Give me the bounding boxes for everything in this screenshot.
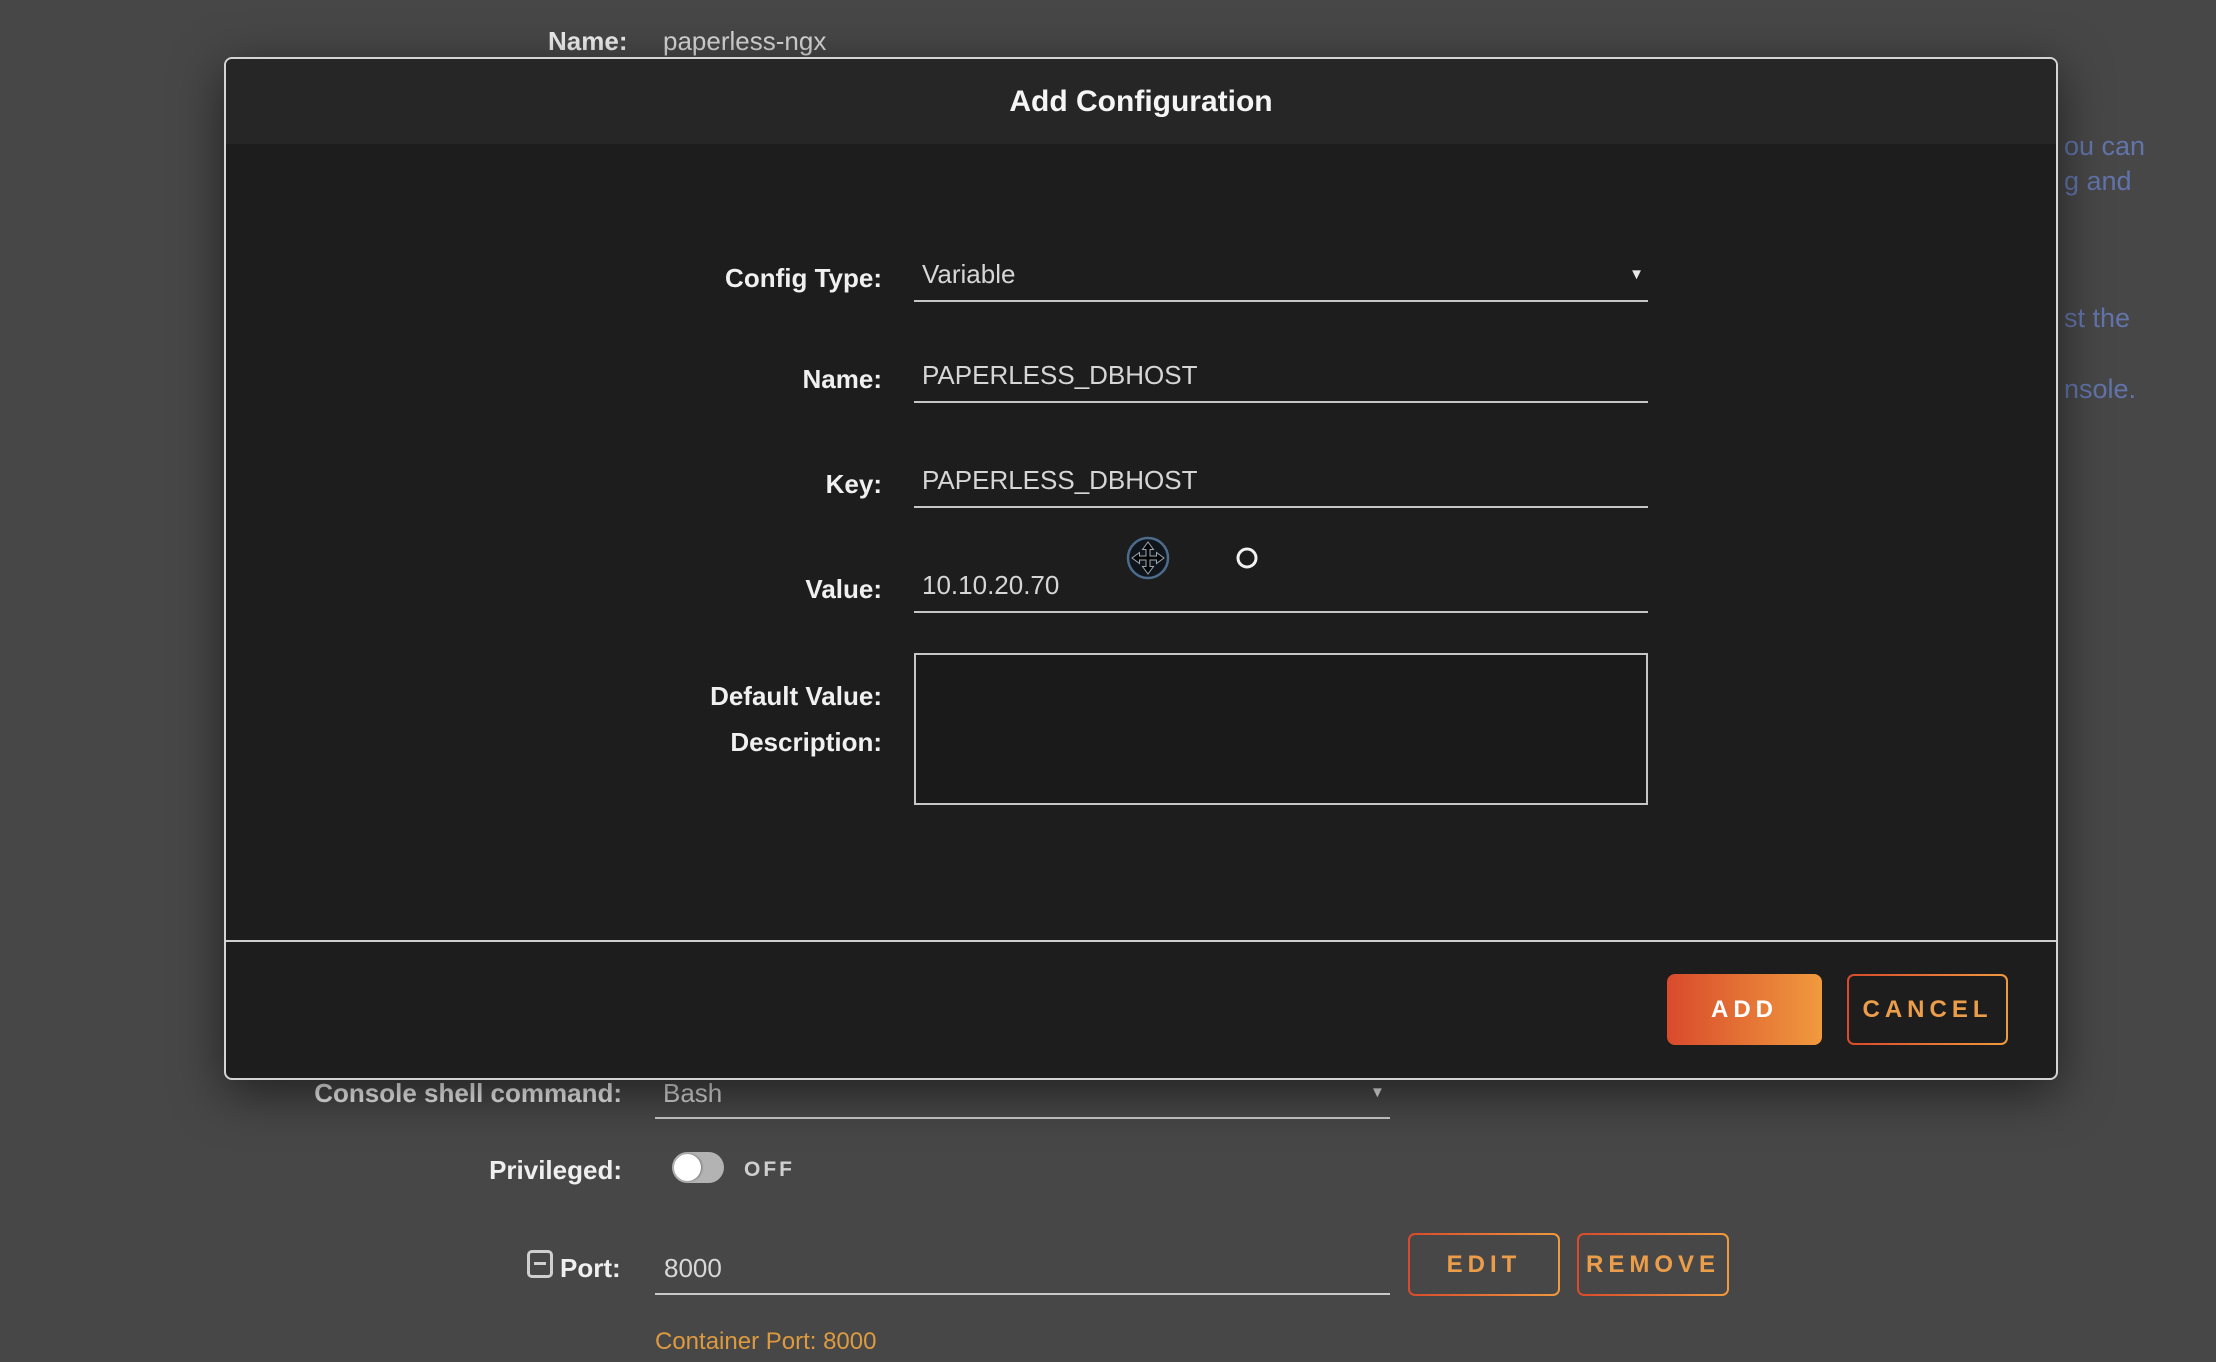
description-label: Description: — [226, 727, 882, 758]
bg-name-label: Name: — [548, 26, 627, 57]
console-shell-command-label: Console shell command: — [122, 1078, 622, 1109]
help-text-fragment: ou can — [2064, 131, 2145, 162]
help-text-fragment: st the — [2064, 303, 2130, 334]
docker-container-settings-page: Name: paperless-ngx ou can g and st the … — [0, 0, 2216, 1362]
click-indicator-ring-icon — [1235, 546, 1259, 570]
privileged-toggle[interactable] — [672, 1152, 724, 1183]
value-input[interactable] — [914, 570, 1656, 601]
move-cursor-icon — [1125, 535, 1171, 581]
port-underline — [655, 1293, 1390, 1295]
bg-name-value: paperless-ngx — [663, 26, 826, 57]
console-shell-underline — [655, 1117, 1390, 1119]
cancel-button[interactable]: CANCEL — [1847, 974, 2008, 1045]
modal-title: Add Configuration — [226, 59, 2056, 144]
help-text-fragment: g and — [2064, 166, 2132, 197]
config-type-select[interactable]: Variable ▼ — [914, 259, 1648, 290]
chevron-down-icon: ▼ — [1629, 266, 1648, 283]
key-input[interactable] — [914, 465, 1656, 496]
name-input[interactable] — [914, 360, 1656, 391]
add-button[interactable]: ADD — [1667, 974, 1822, 1045]
collapse-minus-icon[interactable] — [527, 1250, 553, 1278]
privileged-state-text: OFF — [744, 1158, 795, 1182]
console-shell-command-select[interactable]: Bash — [663, 1078, 722, 1109]
value-label: Value: — [226, 574, 882, 605]
edit-button[interactable]: EDIT — [1408, 1233, 1560, 1296]
footer-divider — [226, 940, 2056, 942]
toggle-knob — [674, 1154, 701, 1181]
container-port-text: Container Port: 8000 — [655, 1328, 876, 1356]
port-label: Port: — [560, 1253, 621, 1284]
chevron-down-icon: ▼ — [1370, 1084, 1385, 1101]
config-type-value: Variable — [922, 259, 1015, 290]
privileged-label: Privileged: — [122, 1155, 622, 1186]
remove-button[interactable]: REMOVE — [1577, 1233, 1729, 1296]
help-text-fragment: nsole. — [2064, 374, 2136, 405]
config-type-label: Config Type: — [226, 263, 882, 294]
description-textarea[interactable] — [914, 653, 1648, 805]
port-value: 8000 — [664, 1253, 722, 1284]
name-label: Name: — [226, 364, 882, 395]
default-value-label: Default Value: — [226, 681, 882, 712]
modal-header: Add Configuration — [226, 59, 2056, 144]
key-label: Key: — [226, 469, 882, 500]
